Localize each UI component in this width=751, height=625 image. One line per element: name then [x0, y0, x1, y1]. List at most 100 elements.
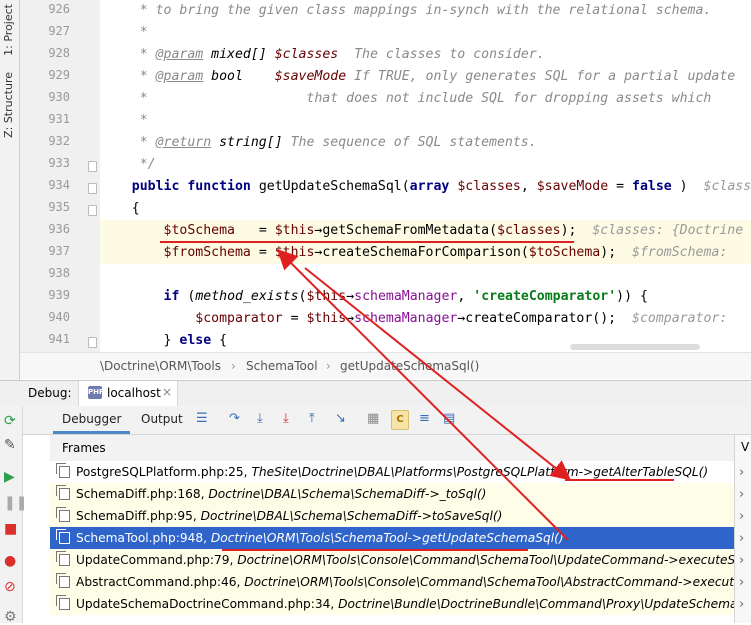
line-number[interactable]: 932: [24, 134, 70, 148]
resume-icon[interactable]: ▶: [4, 470, 15, 484]
project-tool-tab[interactable]: 1: Project: [2, 4, 15, 56]
code-token: →createSchemaForComparison(: [314, 245, 528, 260]
chevron-right-icon[interactable]: ›: [739, 597, 744, 612]
line-number[interactable]: 927: [24, 24, 70, 38]
mute-breakpoints-icon[interactable]: ⊘: [4, 580, 16, 594]
code-line[interactable]: */: [100, 154, 156, 176]
code-token: getUpdateSchemaSql(: [259, 179, 410, 194]
code-line[interactable]: * @param mixed[] $classes The classes to…: [100, 44, 545, 66]
code-token: *: [100, 113, 148, 128]
line-number[interactable]: 936: [24, 222, 70, 236]
chevron-right-icon[interactable]: ›: [739, 487, 744, 502]
chevron-right-icon[interactable]: ›: [739, 531, 744, 546]
code-line[interactable]: *: [100, 22, 148, 44]
code-token: →: [346, 289, 354, 304]
tab-debugger[interactable]: Debugger: [53, 406, 130, 434]
chevron-right-icon[interactable]: ›: [739, 465, 744, 480]
evaluate-expression-icon[interactable]: ▦: [367, 411, 379, 427]
wrench-icon[interactable]: ✎: [4, 438, 16, 452]
frames-list[interactable]: PostgreSQLPlatform.php:25, TheSite\Doctr…: [50, 461, 734, 623]
chevron-right-icon[interactable]: ›: [739, 509, 744, 524]
tab-output[interactable]: Output: [132, 406, 192, 433]
code-token: array: [410, 179, 458, 194]
code-token: ,: [457, 289, 473, 304]
code-token: else: [179, 333, 219, 348]
stop-icon[interactable]: ■: [4, 522, 17, 536]
line-number[interactable]: 929: [24, 68, 70, 82]
pause-icon[interactable]: ❚❚: [4, 496, 27, 510]
step-into-icon[interactable]: ⤓: [257, 411, 263, 427]
code-token: $this: [306, 289, 346, 304]
structure-tool-tab[interactable]: Z: Structure: [2, 72, 15, 138]
fold-marker-icon[interactable]: [88, 161, 97, 172]
code-token: string[]: [211, 135, 282, 150]
stack-frame-row[interactable]: PostgreSQLPlatform.php:25, TheSite\Doctr…: [50, 461, 734, 483]
stack-frame-row[interactable]: SchemaDiff.php:168, Doctrine\DBAL\Schema…: [50, 483, 734, 505]
code-line[interactable]: * @return string[] The sequence of SQL s…: [100, 132, 537, 154]
fold-marker-icon[interactable]: [88, 205, 97, 216]
chevron-right-icon[interactable]: ›: [739, 553, 744, 568]
code-line[interactable]: * to bring the given class mappings in-s…: [100, 0, 711, 22]
code-token: 'createComparator': [473, 289, 616, 304]
code-token: }: [100, 333, 179, 348]
breadcrumb-namespace[interactable]: \Doctrine\ORM\Tools: [100, 359, 221, 373]
frame-context: Doctrine\ORM\Tools\Console\Command\Schem…: [237, 553, 734, 567]
line-number[interactable]: 926: [24, 2, 70, 16]
line-number[interactable]: 938: [24, 266, 70, 280]
code-editor[interactable]: * to bring the given class mappings in-s…: [100, 0, 751, 352]
code-line[interactable]: * that does not include SQL for dropping…: [100, 88, 711, 110]
code-token: [100, 223, 164, 238]
code-line[interactable]: } else {: [100, 330, 227, 352]
run-to-cursor-icon[interactable]: ↘: [335, 411, 346, 427]
line-number[interactable]: 933: [24, 156, 70, 170]
line-number[interactable]: 935: [24, 200, 70, 214]
frame-file: SchemaTool.php:948,: [76, 531, 211, 545]
stack-frame-row[interactable]: UpdateSchemaDoctrineCommand.php:34, Doct…: [50, 593, 734, 615]
class-filter-icon[interactable]: C: [391, 410, 409, 430]
stack-frame-row[interactable]: AbstractCommand.php:46, Doctrine\ORM\Too…: [50, 571, 734, 593]
line-number[interactable]: 937: [24, 244, 70, 258]
chevron-right-icon[interactable]: ›: [739, 575, 744, 590]
breadcrumb-class[interactable]: SchemaTool: [246, 359, 318, 373]
stack-frame-row[interactable]: SchemaTool.php:948, Doctrine\ORM\Tools\S…: [50, 527, 734, 549]
code-line[interactable]: *: [100, 110, 148, 132]
stack-frame-row[interactable]: UpdateCommand.php:79, Doctrine\ORM\Tools…: [50, 549, 734, 571]
debug-session-tab[interactable]: PHP localhost ×: [78, 381, 178, 407]
code-token: →createComparator();: [457, 311, 632, 326]
breadcrumb-method[interactable]: getUpdateSchemaSql(): [340, 359, 479, 373]
line-number[interactable]: 939: [24, 288, 70, 302]
code-token: bool: [203, 69, 274, 84]
frames-icon[interactable]: ▤: [443, 411, 455, 427]
frame-text: AbstractCommand.php:46, Doctrine\ORM\Too…: [76, 571, 734, 593]
line-number[interactable]: 941: [24, 332, 70, 346]
line-number[interactable]: 931: [24, 112, 70, 126]
close-icon[interactable]: ×: [162, 385, 172, 399]
code-token: $this: [306, 311, 346, 326]
line-number[interactable]: 934: [24, 178, 70, 192]
code-line[interactable]: public function getUpdateSchemaSql(array…: [100, 176, 751, 198]
settings-icon[interactable]: ⚙: [4, 610, 17, 624]
fold-marker-icon[interactable]: [88, 183, 97, 194]
code-line[interactable]: * @param bool $saveMode If TRUE, only ge…: [100, 66, 735, 88]
code-line[interactable]: if (method_exists($this→schemaManager, '…: [100, 286, 648, 308]
stack-frame-row[interactable]: SchemaDiff.php:95, Doctrine\DBAL\Schema\…: [50, 505, 734, 527]
code-line[interactable]: $toSchema = $this→getSchemaFromMetadata(…: [100, 220, 743, 242]
force-step-into-icon[interactable]: ⤓: [283, 411, 289, 427]
view-breakpoints-icon[interactable]: ●: [4, 554, 16, 568]
step-out-icon[interactable]: ⤒: [309, 411, 315, 427]
frame-context: TheSite\Doctrine\DBAL\Platforms\PostgreS…: [251, 465, 708, 479]
code-line[interactable]: $comparator = $this→schemaManager→create…: [100, 308, 727, 330]
rerun-icon[interactable]: ⟳: [4, 414, 16, 428]
frame-file: SchemaDiff.php:168,: [76, 487, 208, 501]
line-number[interactable]: 940: [24, 310, 70, 324]
step-over-icon[interactable]: ↷: [229, 411, 240, 427]
line-number[interactable]: 930: [24, 90, 70, 104]
horizontal-scrollbar[interactable]: [570, 344, 700, 350]
list-icon[interactable]: ≡: [419, 411, 430, 427]
menu-icon[interactable]: ☰: [196, 411, 208, 427]
fold-marker-icon[interactable]: [88, 337, 97, 348]
line-number[interactable]: 928: [24, 46, 70, 60]
code-line[interactable]: $fromSchema = $this→createSchemaForCompa…: [100, 242, 727, 264]
code-line[interactable]: {: [100, 198, 140, 220]
code-token: $saveMode: [537, 179, 608, 194]
